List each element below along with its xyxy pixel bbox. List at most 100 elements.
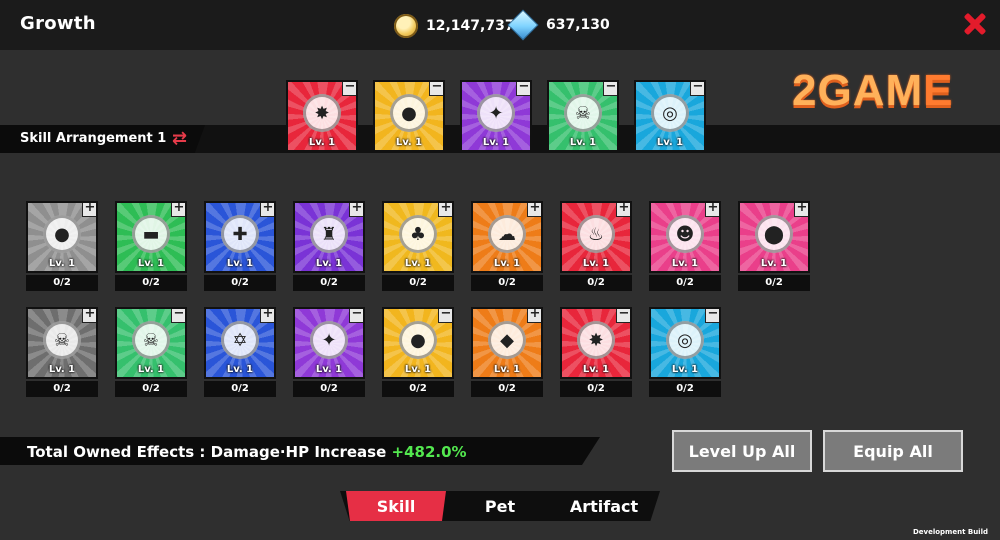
remove-skill-icon[interactable]: − xyxy=(690,82,704,96)
skill-count: 0/2 xyxy=(738,275,810,291)
skill-emblem-icon: ♜ xyxy=(310,215,348,254)
skills-item: ☻ Lv. 1 + 0/2 xyxy=(649,201,721,291)
skills-tile[interactable]: ♨ Lv. 1 + xyxy=(560,201,632,273)
skill-count: 0/2 xyxy=(649,381,721,397)
equipped-item: ✸ Lv. 1 − xyxy=(286,80,358,152)
remove-skill-icon[interactable]: − xyxy=(349,309,363,323)
skill-level: Lv. 1 xyxy=(226,364,254,375)
remove-skill-icon[interactable]: − xyxy=(171,309,185,323)
skills-tile[interactable]: ✦ Lv. 1 − xyxy=(293,307,365,379)
close-icon[interactable] xyxy=(960,10,988,38)
skill-count: 0/2 xyxy=(382,275,454,291)
skill-count: 0/2 xyxy=(293,381,365,397)
skills-tile[interactable]: ⬤ Lv. 1 + xyxy=(738,201,810,273)
skills-item: ⬤ Lv. 1 +0/2 xyxy=(738,201,810,291)
equipped-skills: ✸ Lv. 1− ● Lv. 1− ✦ Lv. 1− ☠ Lv. 1− ◎ Lv. 1− xyxy=(286,80,706,152)
equipped-tile[interactable]: ◎ Lv. 1 − xyxy=(634,80,706,152)
equipped-tile[interactable]: ☠ Lv. 1 − xyxy=(547,80,619,152)
skills-tile[interactable]: ✚ Lv. 1 + xyxy=(204,201,276,273)
add-skill-icon[interactable]: + xyxy=(705,203,719,217)
equipped-tile[interactable]: ✦ Lv. 1 − xyxy=(460,80,532,152)
remove-skill-icon[interactable]: − xyxy=(516,82,530,96)
skill-grid: ● Lv. 1 +0/2 ▬ Lv. 1 +0/2 ✚ Lv. 1 +0/2 ♜ Lv. 1 +0/2… xyxy=(26,201,810,397)
remove-skill-icon[interactable]: − xyxy=(342,82,356,96)
skill-emblem-icon: ● xyxy=(43,215,81,254)
skills-item: ✸ Lv. 1 − 0/2 xyxy=(560,307,632,397)
add-skill-icon[interactable]: + xyxy=(82,203,96,217)
skill-level: Lv. 1 xyxy=(308,137,336,148)
gem-icon xyxy=(507,9,539,41)
effects-value: +482.0% xyxy=(391,443,467,461)
skills-tile[interactable]: ◆ Lv. 1 + xyxy=(471,307,543,379)
skills-tile[interactable]: ◎ Lv. 1 − xyxy=(649,307,721,379)
skill-emblem-icon: ☻ xyxy=(666,215,704,254)
skill-emblem-icon: ✚ xyxy=(221,215,259,254)
skill-emblem-icon: ✦ xyxy=(310,321,348,360)
remove-skill-icon[interactable]: − xyxy=(603,82,617,96)
level-up-all-button[interactable]: Level Up All xyxy=(672,430,812,472)
equipped-item: ● Lv. 1 − xyxy=(373,80,445,152)
add-skill-icon[interactable]: + xyxy=(82,309,96,323)
remove-skill-icon[interactable]: − xyxy=(429,82,443,96)
skill-count: 0/2 xyxy=(649,275,721,291)
remove-skill-icon[interactable]: − xyxy=(438,309,452,323)
skill-emblem-icon: ♨ xyxy=(577,215,615,254)
skill-level: Lv. 1 xyxy=(315,364,343,375)
skill-level: Lv. 1 xyxy=(482,137,510,148)
total-owned-effects: Total Owned Effects : Damage·HP Increase… xyxy=(27,443,467,461)
swap-arrangement-icon[interactable]: ⇄ xyxy=(172,130,188,148)
add-skill-icon[interactable]: + xyxy=(260,309,274,323)
gem-display: 637,130 xyxy=(507,9,610,41)
remove-skill-icon[interactable]: − xyxy=(705,309,719,323)
skill-count: 0/2 xyxy=(204,275,276,291)
skill-emblem-icon: ▬ xyxy=(132,215,170,254)
skills-tile[interactable]: ♜ Lv. 1 + xyxy=(293,201,365,273)
add-skill-icon[interactable]: + xyxy=(527,309,541,323)
skills-item: ☁ Lv. 1 +0/2 xyxy=(471,201,543,291)
skill-level: Lv. 1 xyxy=(404,258,432,269)
skill-emblem-icon: ◎ xyxy=(666,321,704,360)
equip-all-button[interactable]: Equip All xyxy=(823,430,963,472)
add-skill-icon[interactable]: + xyxy=(794,203,808,217)
skills-item: ✡ Lv. 1 +0/2 xyxy=(204,307,276,397)
skill-count: 0/2 xyxy=(115,381,187,397)
skills-tile[interactable]: ▬ Lv. 1 + xyxy=(115,201,187,273)
skills-tile[interactable]: ● Lv. 1 − xyxy=(382,307,454,379)
add-skill-icon[interactable]: + xyxy=(527,203,541,217)
skill-count: 0/2 xyxy=(382,381,454,397)
add-skill-icon[interactable]: + xyxy=(438,203,452,217)
skill-emblem-icon: ✸ xyxy=(577,321,615,360)
skill-count: 0/2 xyxy=(26,275,98,291)
skill-level: Lv. 1 xyxy=(404,364,432,375)
skills-tile[interactable]: ✡ Lv. 1 + xyxy=(204,307,276,379)
add-skill-icon[interactable]: + xyxy=(349,203,363,217)
page-title: Growth xyxy=(20,13,96,34)
skill-level: Lv. 1 xyxy=(493,258,521,269)
tab-artifact[interactable]: Artifact xyxy=(562,491,646,521)
skills-tile[interactable]: ☠ Lv. 1 + xyxy=(26,307,98,379)
skills-tile[interactable]: ☠ Lv. 1 − xyxy=(115,307,187,379)
equipped-tile[interactable]: ✸ Lv. 1 − xyxy=(286,80,358,152)
add-skill-icon[interactable]: + xyxy=(171,203,185,217)
add-skill-icon[interactable]: + xyxy=(616,203,630,217)
skills-tile[interactable]: ✸ Lv. 1 − xyxy=(560,307,632,379)
skill-emblem-icon: ⬤ xyxy=(755,215,793,254)
remove-skill-icon[interactable]: − xyxy=(616,309,630,323)
add-skill-icon[interactable]: + xyxy=(260,203,274,217)
skills-item: ♜ Lv. 1 +0/2 xyxy=(293,201,365,291)
tab-pet[interactable]: Pet xyxy=(468,491,532,521)
skill-level: Lv. 1 xyxy=(760,258,788,269)
skills-item: ♣ Lv. 1 +0/2 xyxy=(382,201,454,291)
skills-tile[interactable]: ☁ Lv. 1 + xyxy=(471,201,543,273)
gem-amount: 637,130 xyxy=(546,17,610,33)
skills-item: ● Lv. 1 − 0/2 xyxy=(382,307,454,397)
skill-level: Lv. 1 xyxy=(656,137,684,148)
skills-tile[interactable]: ☻ Lv. 1 + xyxy=(649,201,721,273)
equipped-item: ✦ Lv. 1 − xyxy=(460,80,532,152)
tab-skill[interactable]: Skill xyxy=(346,491,446,521)
equipped-tile[interactable]: ● Lv. 1 − xyxy=(373,80,445,152)
skill-level: Lv. 1 xyxy=(493,364,521,375)
skills-tile[interactable]: ● Lv. 1 + xyxy=(26,201,98,273)
skills-item: ☠ Lv. 1 +0/2 xyxy=(26,307,98,397)
skills-tile[interactable]: ♣ Lv. 1 + xyxy=(382,201,454,273)
